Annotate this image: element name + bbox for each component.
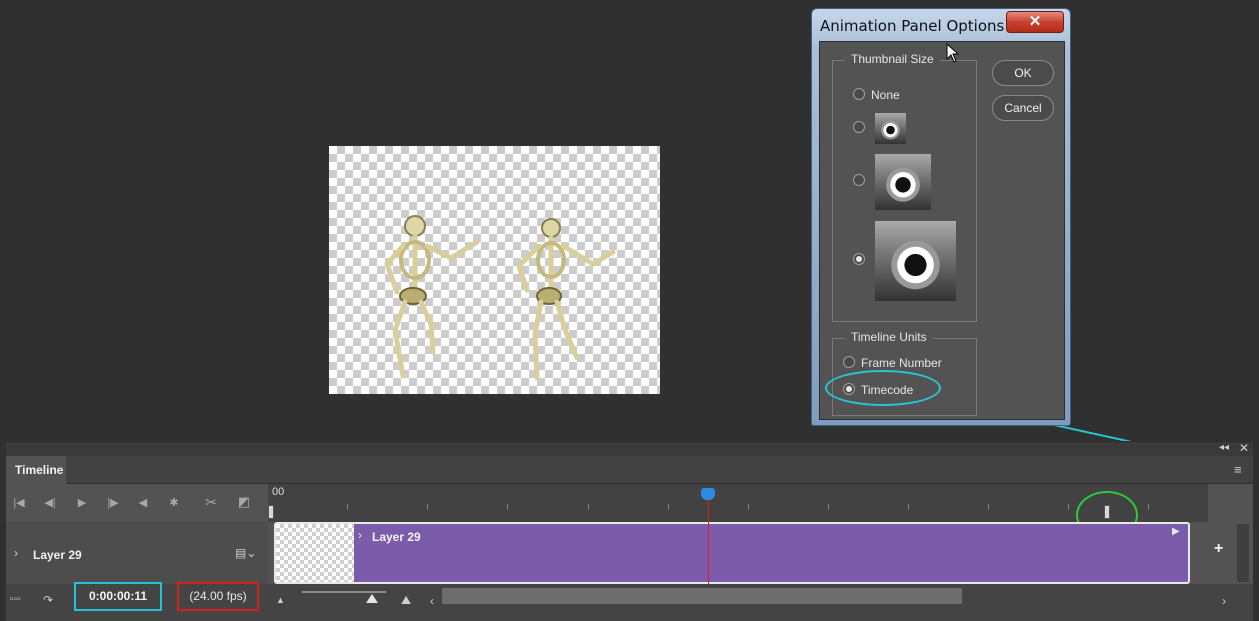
thumbnail-none-label: None — [871, 88, 900, 102]
frame-animation-icon[interactable]: ▫▫▫ — [10, 594, 21, 605]
vertical-scrollbar[interactable] — [1237, 524, 1249, 582]
frame-number-label: Frame Number — [861, 356, 942, 370]
thumbnail-medium-radio[interactable] — [853, 174, 865, 186]
timeline-units-label: Timeline Units — [845, 330, 933, 344]
audio-icon[interactable]: ◀ — [136, 496, 150, 509]
close-panel-icon[interactable]: ✕ — [1239, 441, 1249, 455]
timecode-highlight-oval — [825, 370, 941, 406]
mouse-cursor-icon — [946, 43, 960, 63]
thumbnail-medium-preview — [875, 154, 931, 210]
previous-frame-icon[interactable]: ◀| — [43, 496, 57, 509]
zoom-slider-track[interactable] — [302, 591, 386, 593]
thumbnail-size-group: Thumbnail Size None — [832, 52, 977, 322]
panel-top-bar: ◂◂ ✕ — [6, 441, 1253, 456]
transition-icon[interactable]: ◩ — [237, 494, 251, 510]
scroll-left-icon[interactable]: ‹ — [430, 594, 434, 608]
add-track-button[interactable]: + — [1214, 540, 1223, 558]
cancel-button[interactable]: Cancel — [992, 95, 1054, 121]
frame-rate: (24.00 fps) — [177, 582, 259, 611]
thumbnail-none-radio[interactable] — [853, 88, 865, 100]
dialog-body: Thumbnail Size None Timeline Units Frame… — [819, 41, 1065, 420]
split-scissors-icon[interactable]: ✂ — [204, 494, 218, 511]
tab-row: Timeline ≡ — [6, 456, 1253, 484]
collapse-panel-icon[interactable]: ◂◂ — [1219, 442, 1229, 453]
clip-label: Layer 29 — [372, 530, 421, 544]
clip-thumbnail — [276, 524, 354, 582]
thumbnail-large-preview — [875, 221, 956, 301]
thumbnail-small-preview — [875, 113, 906, 144]
playhead-line — [708, 494, 709, 584]
clip-expand-icon[interactable]: › — [358, 528, 362, 542]
playhead-handle[interactable] — [701, 488, 715, 500]
go-to-first-frame-icon[interactable]: |◀ — [12, 496, 26, 509]
clip-menu-icon[interactable]: ▶ — [1172, 526, 1180, 537]
next-frame-icon[interactable]: |▶ — [106, 496, 120, 509]
dialog-title: Animation Panel Options — [820, 17, 1005, 35]
horizontal-scrollbar[interactable] — [442, 588, 962, 604]
thumbnail-small-radio[interactable] — [853, 121, 865, 133]
work-area-start-handle[interactable] — [268, 505, 274, 519]
panel-menu-icon[interactable]: ≡ — [1234, 462, 1242, 477]
layer-name: Layer 29 — [33, 548, 82, 562]
zoom-slider-knob[interactable] — [366, 594, 378, 603]
thumbnail-large-radio[interactable] — [853, 253, 865, 265]
convert-arrow-icon[interactable]: ↷ — [43, 593, 53, 607]
film-strip-icon[interactable]: ▤⌄ — [235, 546, 256, 560]
zoom-out-icon[interactable]: ▲ — [276, 595, 285, 605]
timeline-panel: ◂◂ ✕ Timeline ≡ |◀ ◀| ▶ |▶ ◀ ✱ ✂ ◩ 00 › … — [6, 441, 1253, 621]
ruler-start-label: 00 — [272, 486, 285, 498]
thumbnail-size-label: Thumbnail Size — [845, 52, 940, 66]
frame-number-radio[interactable] — [843, 356, 855, 368]
ok-button[interactable]: OK — [992, 60, 1054, 86]
layer-row-header[interactable]: › Layer 29 ▤⌄ — [6, 522, 268, 584]
playback-controls: |◀ ◀| ▶ |▶ ◀ ✱ ✂ ◩ — [6, 484, 268, 522]
settings-gear-icon[interactable]: ✱ — [167, 496, 181, 509]
expand-chevron-icon[interactable]: › — [14, 546, 18, 560]
layer-clip[interactable]: › Layer 29 ▶ — [274, 522, 1190, 584]
play-icon[interactable]: ▶ — [75, 496, 89, 509]
time-ruler[interactable]: 00 — [268, 484, 1208, 522]
current-timecode[interactable]: 0:00:00:11 — [74, 582, 162, 611]
animation-panel-options-dialog: Animation Panel Options ✕ Thumbnail Size… — [811, 8, 1071, 426]
tab-timeline[interactable]: Timeline — [6, 456, 66, 484]
close-button[interactable]: ✕ — [1006, 11, 1064, 33]
zoom-in-icon[interactable]: ⛰ — [401, 593, 411, 608]
scroll-right-icon[interactable]: › — [1222, 594, 1226, 608]
